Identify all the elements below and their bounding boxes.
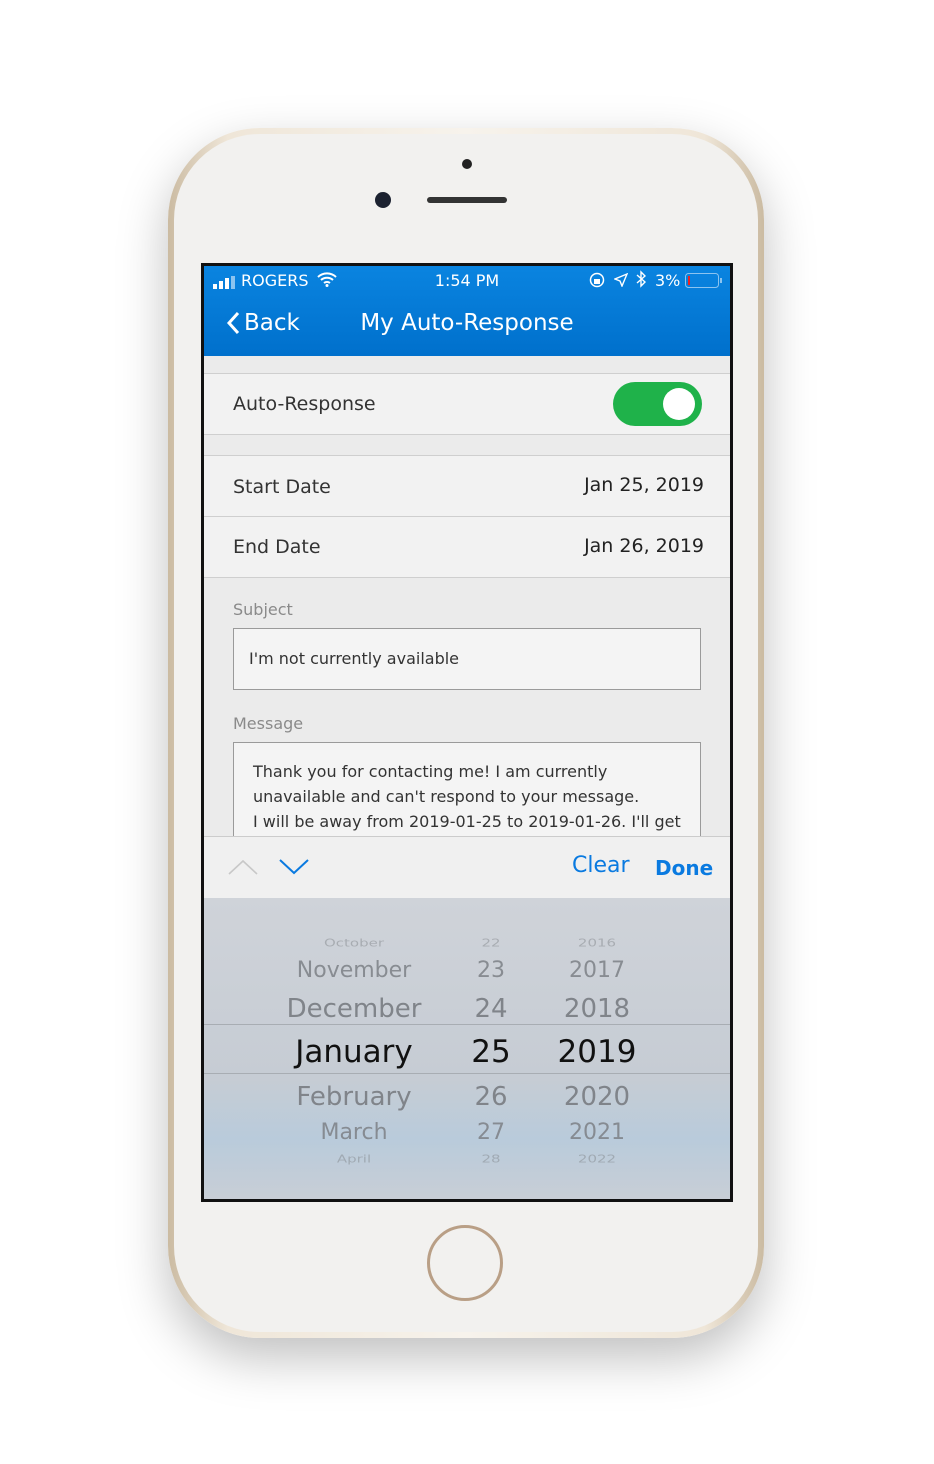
- picker-day[interactable]: 26: [474, 1082, 507, 1112]
- screen: ROGERS 1:54 PM 3% My Auto-Response Back …: [201, 263, 733, 1202]
- auto-response-label: Auto-Response: [233, 393, 376, 415]
- picker-year[interactable]: 2016: [578, 937, 616, 950]
- auto-response-row: Auto-Response: [204, 373, 730, 435]
- clock: 1:54 PM: [434, 271, 500, 290]
- navigation-bar: ROGERS 1:54 PM 3% My Auto-Response Back: [204, 266, 730, 356]
- keyboard-toolbar: Clear Done: [204, 836, 730, 899]
- done-button[interactable]: Done: [655, 856, 713, 880]
- battery-icon: [685, 273, 723, 293]
- picker-year[interactable]: 2022: [578, 1153, 616, 1166]
- picker-selection-band: [204, 1024, 730, 1074]
- back-label: Back: [244, 310, 300, 336]
- auto-response-toggle[interactable]: [613, 382, 702, 426]
- start-date-label: Start Date: [233, 476, 331, 498]
- rotation-lock-icon: [589, 272, 605, 292]
- front-camera: [375, 192, 391, 208]
- picker-month[interactable]: February: [296, 1082, 411, 1112]
- date-picker[interactable]: October November December January February Ma…: [204, 898, 730, 1199]
- location-icon: [613, 272, 629, 291]
- picker-month[interactable]: October: [324, 937, 384, 950]
- picker-month[interactable]: April: [337, 1153, 371, 1166]
- picker-day[interactable]: 24: [474, 994, 507, 1024]
- clear-button[interactable]: Clear: [572, 853, 630, 878]
- start-date-row[interactable]: Start Date Jan 25, 2019: [204, 455, 730, 517]
- subject-label: Subject: [233, 600, 293, 619]
- earpiece-speaker: [427, 197, 507, 203]
- end-date-label: End Date: [233, 536, 321, 558]
- picker-year[interactable]: 2017: [569, 958, 625, 983]
- proximity-sensor: [462, 159, 472, 169]
- picker-day[interactable]: 23: [477, 958, 505, 983]
- picker-month-selected[interactable]: January: [295, 1034, 413, 1070]
- message-line: I will be away from 2019-01-25 to 2019-0…: [253, 812, 681, 831]
- back-button[interactable]: Back: [226, 310, 300, 336]
- picker-day[interactable]: 27: [477, 1120, 505, 1145]
- message-label: Message: [233, 714, 304, 733]
- picker-day-selected[interactable]: 25: [471, 1034, 510, 1070]
- picker-year[interactable]: 2021: [569, 1120, 625, 1145]
- picker-year-selected[interactable]: 2019: [558, 1034, 637, 1070]
- picker-day[interactable]: 28: [481, 1153, 500, 1166]
- chevron-left-icon: [226, 311, 240, 335]
- battery-percent: 3%: [655, 271, 681, 290]
- next-field-icon[interactable]: [279, 859, 309, 875]
- home-button[interactable]: [427, 1225, 503, 1301]
- status-bar: ROGERS 1:54 PM 3%: [204, 266, 730, 296]
- picker-year[interactable]: 2018: [564, 994, 630, 1024]
- picker-month[interactable]: December: [287, 994, 422, 1024]
- end-date-row[interactable]: End Date Jan 26, 2019: [204, 516, 730, 578]
- message-line: Thank you for contacting me! I am curren…: [253, 762, 608, 781]
- bluetooth-icon: [636, 270, 647, 292]
- picker-year[interactable]: 2020: [564, 1082, 630, 1112]
- end-date-value: Jan 26, 2019: [584, 535, 704, 557]
- subject-input[interactable]: I'm not currently available: [233, 628, 701, 690]
- picker-month[interactable]: November: [297, 958, 411, 983]
- picker-day[interactable]: 22: [481, 937, 500, 950]
- picker-month[interactable]: March: [320, 1120, 387, 1145]
- message-line: unavailable and can't respond to your me…: [253, 787, 640, 806]
- start-date-value: Jan 25, 2019: [584, 474, 704, 496]
- previous-field-icon[interactable]: [228, 859, 258, 875]
